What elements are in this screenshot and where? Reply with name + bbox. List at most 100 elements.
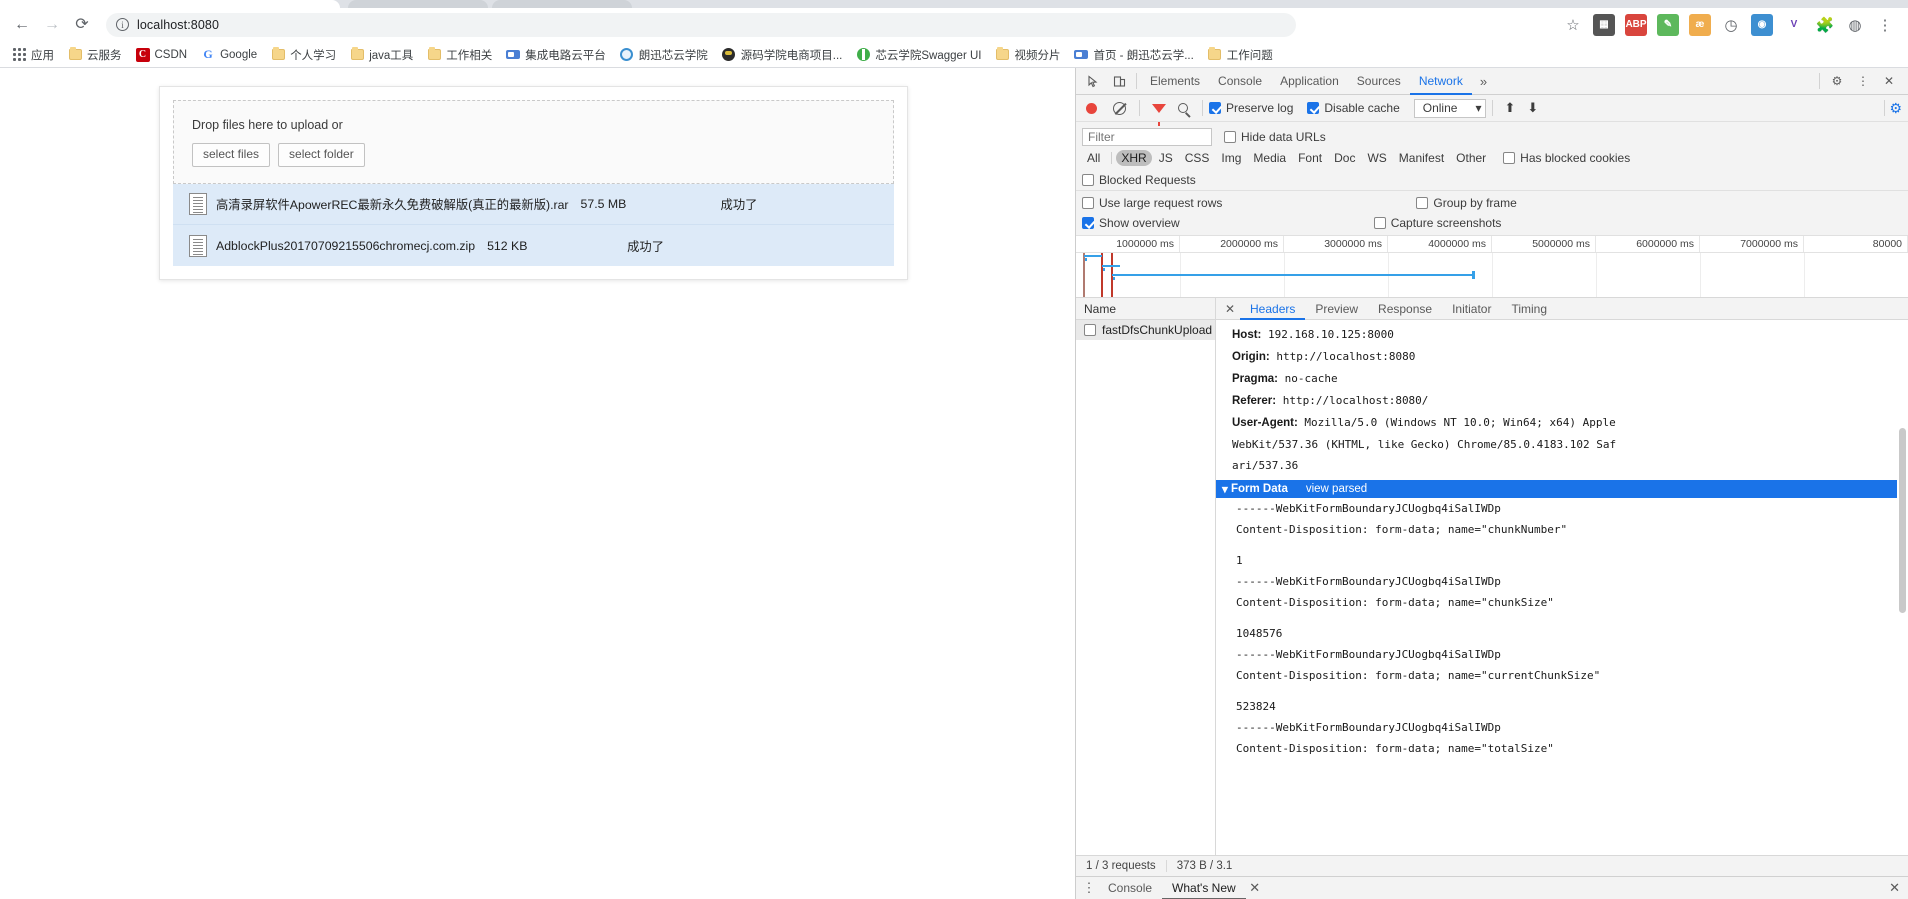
bookmark-google[interactable]: G Google	[195, 46, 263, 64]
back-button[interactable]: ←	[8, 11, 36, 39]
drawer-tab-console[interactable]: Console	[1098, 877, 1162, 899]
bookmark-langxun-academy[interactable]: 朗迅芯云学院	[614, 45, 714, 65]
form-data-section-header[interactable]: ▾ Form Data view parsed	[1216, 480, 1908, 498]
detail-vertical-scrollbar[interactable]	[1897, 320, 1908, 855]
toggle-device-toolbar-icon[interactable]	[1106, 69, 1132, 93]
bookmark-icloudplatform[interactable]: 集成电路云平台	[500, 45, 612, 65]
v-extension-icon[interactable]: V	[1783, 13, 1805, 36]
group-by-frame-checkbox[interactable]: Group by frame	[1416, 196, 1517, 210]
detail-tab-response[interactable]: Response	[1368, 298, 1442, 320]
bookmark-apps[interactable]: 应用	[6, 45, 60, 65]
extension-grey-icon[interactable]: ▦	[1593, 13, 1615, 36]
inspect-element-icon[interactable]	[1080, 69, 1106, 93]
bookmark-javatools[interactable]: java工具	[344, 45, 419, 65]
puzzle-icon[interactable]: 🧩	[1815, 16, 1835, 34]
select-folder-button[interactable]: select folder	[278, 143, 365, 168]
filter-type-ws[interactable]: WS	[1362, 150, 1391, 166]
tab-network[interactable]: Network	[1409, 68, 1472, 95]
browser-tab-3[interactable]	[492, 0, 632, 8]
select-files-button[interactable]: select files	[192, 143, 271, 168]
bookmark-yuanma-ecommerce[interactable]: 源码学院电商项目...	[716, 45, 849, 65]
notes-extension-icon[interactable]: ✎	[1657, 13, 1679, 36]
overview-canvas[interactable]	[1076, 253, 1908, 297]
filter-type-js[interactable]: JS	[1154, 150, 1178, 166]
filter-type-css[interactable]: CSS	[1180, 150, 1215, 166]
tab-elements[interactable]: Elements	[1141, 68, 1209, 95]
browser-tab-active[interactable]	[0, 0, 340, 8]
scrollbar-thumb[interactable]	[1899, 428, 1906, 613]
filter-type-doc[interactable]: Doc	[1329, 150, 1360, 166]
clock-extension-icon[interactable]: ◷	[1721, 16, 1741, 34]
translate-extension-icon[interactable]: æ	[1689, 13, 1711, 36]
profile-icon[interactable]: ◍	[1845, 16, 1865, 34]
request-detail-body[interactable]: Host: 192.168.10.125:8000 Origin: http:/…	[1216, 320, 1908, 855]
bookmark-gerenxuexi[interactable]: 个人学习	[265, 45, 342, 65]
drawer-tab-close-icon[interactable]: ✕	[1246, 880, 1264, 896]
bookmark-csdn[interactable]: C CSDN	[130, 46, 194, 64]
tab-sources[interactable]: Sources	[1348, 68, 1410, 95]
network-overview-timeline[interactable]: 1000000 ms 2000000 ms 3000000 ms 4000000…	[1076, 236, 1908, 298]
bookmark-video-chunk[interactable]: 视频分片	[989, 45, 1066, 65]
close-devtools-icon[interactable]: ✕	[1876, 69, 1902, 93]
file-dropzone[interactable]: Drop files here to upload or select file…	[173, 100, 894, 185]
filter-type-all[interactable]: All	[1082, 150, 1105, 166]
file-row[interactable]: AdblockPlus20170709215506chromecj.com.zi…	[173, 225, 894, 267]
filter-type-img[interactable]: Img	[1216, 150, 1246, 166]
filter-type-font[interactable]: Font	[1293, 150, 1327, 166]
tab-console[interactable]: Console	[1209, 68, 1271, 95]
close-drawer-icon[interactable]: ✕	[1889, 880, 1908, 896]
throttling-dropdown[interactable]: Online ▾	[1413, 98, 1487, 118]
disable-cache-checkbox[interactable]: Disable cache	[1307, 101, 1400, 115]
import-har-icon[interactable]: ⬆	[1504, 100, 1515, 116]
forward-button[interactable]: →	[38, 11, 66, 39]
tab-application[interactable]: Application	[1271, 68, 1348, 95]
bookmark-work-issues[interactable]: 工作问题	[1202, 45, 1279, 65]
preserve-log-checkbox[interactable]: Preserve log	[1209, 101, 1293, 115]
settings-gear-icon[interactable]: ⚙	[1824, 69, 1850, 93]
blocked-requests-checkbox[interactable]: Blocked Requests	[1082, 173, 1196, 187]
filter-type-other[interactable]: Other	[1451, 150, 1491, 166]
drawer-menu-icon[interactable]: ⋮	[1080, 880, 1098, 896]
close-detail-icon[interactable]: ✕	[1220, 302, 1240, 316]
bookmark-homepage-langxun[interactable]: 首页 - 朗迅芯云学...	[1068, 45, 1199, 65]
record-button-icon[interactable]	[1086, 102, 1097, 114]
detail-tab-timing[interactable]: Timing	[1501, 298, 1557, 320]
filter-funnel-icon[interactable]	[1152, 103, 1166, 126]
file-row[interactable]: 高清录屏软件ApowerREC最新永久免费破解版(真正的最新版).rar 57.…	[173, 184, 894, 226]
more-tabs-icon[interactable]: »	[1472, 74, 1495, 89]
show-overview-checkbox[interactable]: Show overview	[1082, 216, 1180, 230]
address-bar[interactable]: i localhost:8080	[106, 12, 1296, 37]
detail-tab-preview[interactable]: Preview	[1305, 298, 1368, 320]
bookmark-gongzuoxiangguan[interactable]: 工作相关	[421, 45, 498, 65]
site-info-icon[interactable]: i	[116, 18, 129, 31]
use-large-request-rows-checkbox[interactable]: Use large request rows	[1082, 196, 1222, 210]
filter-type-xhr[interactable]: XHR	[1116, 150, 1152, 166]
tab-strip[interactable]	[0, 0, 1908, 8]
filter-type-media[interactable]: Media	[1248, 150, 1291, 166]
reload-button[interactable]: ⟳	[68, 11, 96, 39]
view-parsed-link[interactable]: view parsed	[1306, 483, 1367, 495]
drawer-tab-whats-new[interactable]: What's New	[1162, 877, 1246, 899]
export-har-icon[interactable]: ⬇	[1527, 100, 1538, 116]
devtools-menu-icon[interactable]: ⋮	[1850, 69, 1876, 93]
request-row[interactable]: fastDfsChunkUpload	[1076, 320, 1215, 340]
capture-screenshots-checkbox[interactable]: Capture screenshots	[1373, 216, 1501, 230]
browser-menu-icon[interactable]: ⋮	[1875, 16, 1895, 34]
request-list-header[interactable]: Name	[1076, 298, 1215, 320]
bookmark-label: 朗迅芯云学院	[638, 49, 708, 62]
bookmark-star-icon[interactable]: ☆	[1563, 16, 1583, 34]
has-blocked-cookies-checkbox[interactable]: Has blocked cookies	[1503, 151, 1630, 165]
search-icon[interactable]	[1178, 103, 1188, 113]
filter-type-manifest[interactable]: Manifest	[1394, 150, 1449, 166]
network-settings-gear-icon[interactable]: ⚙	[1889, 100, 1902, 117]
clear-network-log-icon[interactable]	[1113, 101, 1126, 115]
camera-extension-icon[interactable]: ◉	[1751, 13, 1773, 36]
detail-tab-initiator[interactable]: Initiator	[1442, 298, 1501, 320]
browser-tab-2[interactable]	[348, 0, 488, 8]
abp-extension-icon[interactable]: ABP	[1625, 13, 1647, 36]
bookmark-swagger-ui[interactable]: 芯云学院Swagger UI	[850, 45, 987, 65]
filter-input[interactable]	[1082, 127, 1212, 146]
hide-data-urls-checkbox[interactable]: Hide data URLs	[1224, 130, 1326, 144]
detail-tab-headers[interactable]: Headers	[1240, 298, 1306, 320]
bookmark-yunfuwu[interactable]: 云服务	[62, 45, 128, 65]
